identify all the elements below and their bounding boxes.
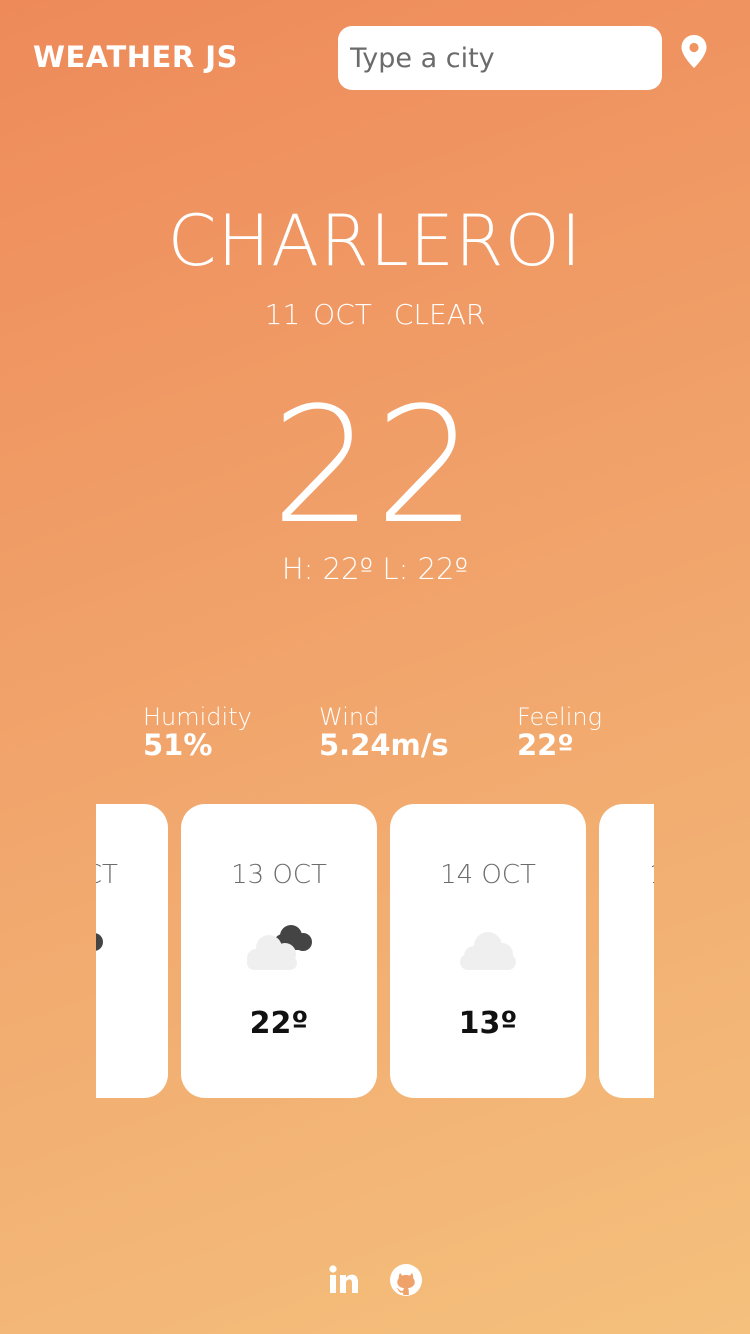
current-temperature: 22 [271, 372, 479, 559]
stat-label: Feeling [517, 703, 602, 731]
current-condition: CLEAR [393, 298, 486, 331]
forecast-card[interactable]: 15 OCT [599, 804, 654, 1098]
location-button[interactable] [680, 34, 708, 70]
forecast-date: 13 OCT [231, 860, 327, 890]
map-pin-icon [681, 35, 707, 68]
stat-label: Wind [319, 703, 380, 731]
app-title: WEATHER JS [33, 40, 238, 74]
partly-cloudy-night-icon [247, 925, 312, 970]
city-search-input[interactable] [338, 26, 662, 90]
stat-humidity: Humidity 51% [143, 704, 252, 762]
city-name: CHARLEROI [167, 200, 583, 282]
forecast-date: 14 OCT [440, 860, 536, 890]
current-date: 11 OCT [264, 298, 372, 331]
stat-label: Humidity [143, 703, 252, 731]
stat-value: 5.24m/s [319, 728, 449, 763]
stat-value: 22º [517, 728, 574, 763]
stat-wind: Wind 5.24m/s [319, 704, 449, 762]
cloud-icon [460, 932, 516, 970]
forecast-temp: 22º [249, 1006, 309, 1041]
forecast-card[interactable]: 14 OCT 13º [390, 804, 586, 1098]
forecast-date: 15 OCT [599, 860, 654, 890]
stat-feeling: Feeling 22º [517, 704, 602, 762]
partly-cloudy-night-icon [96, 933, 103, 951]
forecast-card[interactable]: 13 OCT 22º [181, 804, 377, 1098]
stat-value: 51% [143, 728, 213, 763]
date-condition-line: 11 OCT CLEAR [0, 298, 750, 331]
linkedin-icon [329, 1265, 358, 1293]
linkedin-link[interactable] [326, 1262, 362, 1298]
forecast-temp: 13º [458, 1006, 518, 1041]
forecast-date: 12 OCT [96, 860, 118, 890]
github-link[interactable] [388, 1262, 424, 1298]
github-icon [390, 1264, 422, 1296]
high-low-temperature: H: 22º L: 22º [281, 552, 469, 586]
app-header: WEATHER JS [0, 0, 750, 115]
forecast-card[interactable]: 12 OCT [96, 804, 168, 1098]
forecast-carousel[interactable]: 12 OCT 13 OCT 22º 14 OCT [96, 804, 654, 1098]
